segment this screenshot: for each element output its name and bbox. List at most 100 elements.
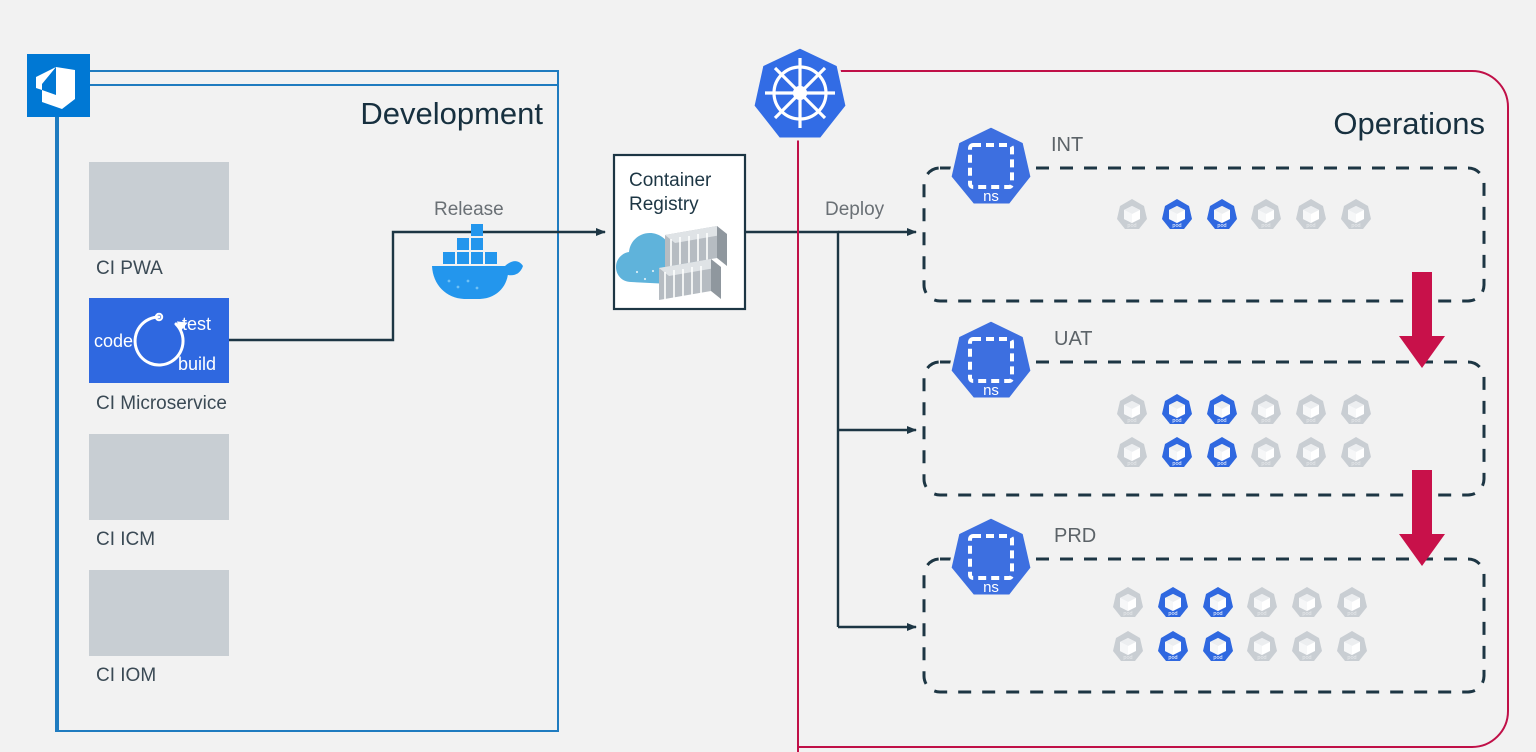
container-registry-box[interactable]: Container Registry bbox=[614, 155, 745, 309]
pod-icon[interactable]: pod bbox=[1203, 631, 1233, 661]
promotion-arrow-int-to-uat bbox=[1399, 272, 1445, 368]
ci-loop-build-label: build bbox=[178, 354, 216, 374]
ci-iom-box[interactable] bbox=[89, 570, 229, 656]
prd-ns-label: ns bbox=[983, 579, 999, 596]
registry-title-line1: Container bbox=[629, 170, 712, 191]
pod-icon[interactable]: pod bbox=[1207, 394, 1237, 424]
pod-icon[interactable]: pod bbox=[1158, 587, 1188, 617]
pod-icon[interactable]: pod bbox=[1117, 394, 1147, 424]
pod-icon[interactable]: pod bbox=[1162, 437, 1192, 467]
pod-icon[interactable]: pod bbox=[1296, 437, 1326, 467]
devops-architecture-diagram: Development CI PWA code test build CI Mi… bbox=[0, 0, 1536, 752]
pod-label: pod bbox=[1217, 461, 1226, 467]
deploy-trunk bbox=[745, 232, 838, 627]
pod-label: pod bbox=[1127, 418, 1136, 424]
pod-icon[interactable]: pod bbox=[1292, 587, 1322, 617]
int-ns-label: ns bbox=[983, 188, 999, 205]
pod-label: pod bbox=[1127, 223, 1136, 229]
pod-label: pod bbox=[1213, 611, 1222, 617]
release-flow-label: Release bbox=[434, 199, 504, 220]
prd-environment-label: PRD bbox=[1054, 525, 1096, 547]
ci-microservice-label: CI Microservice bbox=[96, 393, 227, 414]
int-namespace-icon[interactable]: ns bbox=[950, 126, 1032, 205]
pod-label: pod bbox=[1302, 611, 1311, 617]
ci-microservice-box[interactable]: code test build bbox=[89, 298, 229, 383]
pod-label: pod bbox=[1217, 418, 1226, 424]
pod-label: pod bbox=[1123, 611, 1132, 617]
ci-icm-label: CI ICM bbox=[96, 529, 155, 550]
pod-label: pod bbox=[1261, 418, 1270, 424]
release-arrow bbox=[229, 232, 605, 340]
pod-label: pod bbox=[1351, 223, 1360, 229]
docker-whale-icon bbox=[432, 224, 523, 299]
ci-pwa-box[interactable] bbox=[89, 162, 229, 250]
uat-environment-label: UAT bbox=[1054, 328, 1093, 350]
pod-icon[interactable]: pod bbox=[1296, 394, 1326, 424]
ci-pwa-label: CI PWA bbox=[96, 258, 163, 279]
pod-icon[interactable]: pod bbox=[1251, 437, 1281, 467]
int-environment-label: INT bbox=[1051, 134, 1083, 156]
int-pod-row: pod pod pod pod pod bbox=[1117, 199, 1371, 229]
pod-label: pod bbox=[1172, 461, 1181, 467]
pod-icon[interactable]: pod bbox=[1292, 631, 1322, 661]
pod-icon[interactable]: pod bbox=[1162, 394, 1192, 424]
pod-icon[interactable]: pod bbox=[1247, 587, 1277, 617]
ci-loop-code-label: code bbox=[94, 331, 133, 351]
pod-label: pod bbox=[1172, 418, 1181, 424]
uat-pod-row: pod pod pod pod pod bbox=[1117, 394, 1371, 424]
pod-icon[interactable]: pod bbox=[1296, 199, 1326, 229]
pod-icon[interactable]: pod bbox=[1158, 631, 1188, 661]
pod-label: pod bbox=[1172, 223, 1181, 229]
pod-icon[interactable]: pod bbox=[1251, 394, 1281, 424]
pod-label: pod bbox=[1168, 611, 1177, 617]
pod-label: pod bbox=[1257, 611, 1266, 617]
pod-label: pod bbox=[1306, 418, 1315, 424]
pod-label: pod bbox=[1351, 418, 1360, 424]
uat-ns-label: ns bbox=[983, 382, 999, 399]
ci-loop-test-label: test bbox=[182, 314, 211, 334]
pod-icon[interactable]: pod bbox=[1113, 587, 1143, 617]
ci-icm-box[interactable] bbox=[89, 434, 229, 520]
pod-icon[interactable]: pod bbox=[1341, 437, 1371, 467]
pod-icon[interactable]: pod bbox=[1337, 587, 1367, 617]
pod-label: pod bbox=[1213, 655, 1222, 661]
pod-label: pod bbox=[1261, 223, 1270, 229]
prd-pod-row: pod pod pod pod pod bbox=[1113, 587, 1367, 617]
azure-devops-icon bbox=[27, 54, 90, 117]
pod-label: pod bbox=[1302, 655, 1311, 661]
deploy-flow-label: Deploy bbox=[825, 199, 885, 220]
pod-icon[interactable]: pod bbox=[1337, 631, 1367, 661]
pod-icon[interactable]: pod bbox=[1113, 631, 1143, 661]
pod-icon[interactable]: pod bbox=[1117, 437, 1147, 467]
pod-label: pod bbox=[1127, 461, 1136, 467]
pod-label: pod bbox=[1261, 461, 1270, 467]
kubernetes-wheel-icon bbox=[753, 47, 847, 139]
registry-title-line2: Registry bbox=[629, 194, 699, 215]
uat-namespace-icon[interactable]: ns bbox=[950, 320, 1032, 399]
operations-zone-label: Operations bbox=[1333, 106, 1485, 141]
pod-label: pod bbox=[1306, 223, 1315, 229]
pod-icon[interactable]: pod bbox=[1117, 199, 1147, 229]
pod-icon[interactable]: pod bbox=[1251, 199, 1281, 229]
promotion-arrow-uat-to-prd bbox=[1399, 470, 1445, 566]
operations-zone-boundary bbox=[798, 71, 1508, 752]
uat-pod-row: pod pod pod pod pod bbox=[1117, 437, 1371, 467]
pod-icon[interactable]: pod bbox=[1162, 199, 1192, 229]
pod-icon[interactable]: pod bbox=[1341, 394, 1371, 424]
prd-namespace-icon[interactable]: ns bbox=[950, 517, 1032, 596]
pod-label: pod bbox=[1347, 611, 1356, 617]
development-zone-label: Development bbox=[360, 96, 543, 131]
pod-icon[interactable]: pod bbox=[1203, 587, 1233, 617]
pod-label: pod bbox=[1347, 655, 1356, 661]
diagram-canvas: Development CI PWA code test build CI Mi… bbox=[0, 0, 1536, 752]
pod-label: pod bbox=[1168, 655, 1177, 661]
pod-label: pod bbox=[1123, 655, 1132, 661]
prd-pod-row: pod pod pod pod pod bbox=[1113, 631, 1367, 661]
pod-label: pod bbox=[1217, 223, 1226, 229]
pod-icon[interactable]: pod bbox=[1207, 437, 1237, 467]
pod-icon[interactable]: pod bbox=[1207, 199, 1237, 229]
pod-label: pod bbox=[1351, 461, 1360, 467]
pod-icon[interactable]: pod bbox=[1341, 199, 1371, 229]
pod-label: pod bbox=[1257, 655, 1266, 661]
pod-icon[interactable]: pod bbox=[1247, 631, 1277, 661]
